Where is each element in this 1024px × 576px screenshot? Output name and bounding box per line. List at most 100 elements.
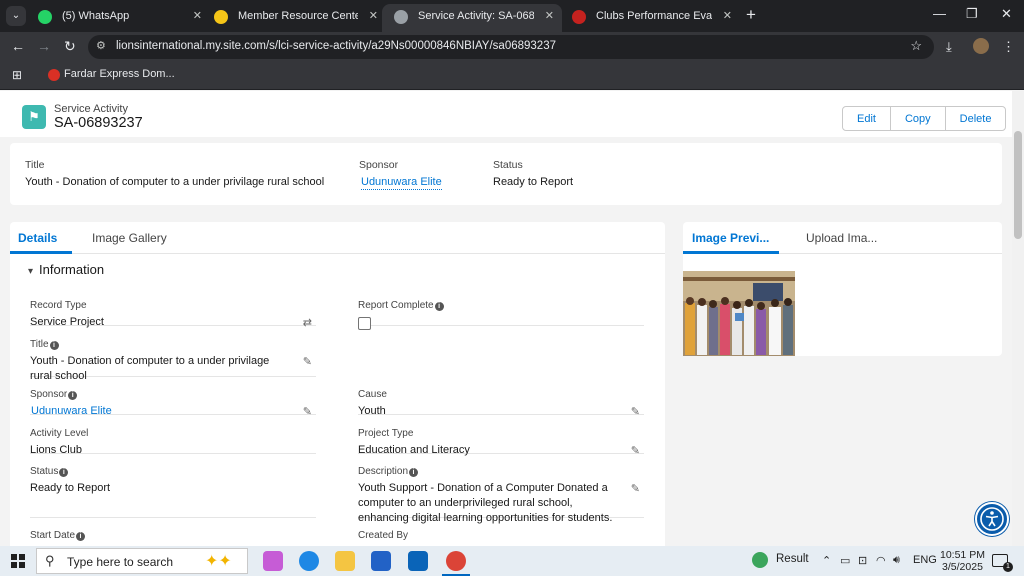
edit-button[interactable]: Edit <box>843 107 891 130</box>
browser-tab-service-activity[interactable]: Service Activity: SA-06893237 ✕ <box>382 4 562 32</box>
field-value: Lions Club <box>30 444 82 456</box>
reload-icon[interactable]: ↻ <box>64 38 76 55</box>
sponsor-link[interactable]: Udunuwara Elite <box>361 176 442 190</box>
bookmark-star-icon[interactable]: ☆ <box>910 38 922 54</box>
tab-details[interactable]: Details <box>18 231 57 245</box>
language-indicator[interactable]: ENG <box>913 554 937 566</box>
menu-dots-icon[interactable]: ⋮ <box>1002 39 1015 55</box>
page-scrollbar[interactable] <box>1012 91 1024 546</box>
profile-avatar[interactable] <box>973 38 989 54</box>
info-icon[interactable]: i <box>409 468 419 477</box>
tab-image-gallery[interactable]: Image Gallery <box>92 231 167 245</box>
minimize-icon[interactable]: — <box>933 6 946 21</box>
tab-title: Clubs Performance Evaluation S <box>596 10 712 22</box>
tab-upload-image[interactable]: Upload Ima... <box>806 231 877 245</box>
edit-pencil-icon[interactable]: ✎ <box>303 355 312 368</box>
tab-search-button[interactable]: ⌄ <box>6 6 26 26</box>
close-tab-icon[interactable]: ✕ <box>193 4 202 28</box>
download-icon[interactable]: ⤓ <box>946 39 952 55</box>
highlight-label: Title <box>25 159 45 171</box>
windows-start-icon[interactable] <box>11 554 25 568</box>
site-info-icon[interactable]: ⚙ <box>96 39 106 52</box>
info-icon[interactable]: i <box>59 468 69 477</box>
edit-pencil-icon[interactable]: ✎ <box>303 405 312 418</box>
file-explorer-icon[interactable] <box>335 551 355 571</box>
info-icon[interactable]: i <box>68 391 78 400</box>
section-information[interactable]: ▾ Information <box>28 262 104 277</box>
active-tab-indicator <box>10 251 72 254</box>
edit-pencil-icon[interactable]: ✎ <box>631 444 640 457</box>
field-label: Title i <box>30 339 316 350</box>
sponsor-link[interactable]: Udunuwara Elite <box>31 404 286 419</box>
accessibility-button[interactable] <box>975 502 1009 536</box>
chevron-down-icon: ▾ <box>28 266 34 277</box>
info-icon[interactable]: i <box>76 532 86 541</box>
field-value: Youth - Donation of computer to a under … <box>30 355 270 382</box>
field-label: Activity Level <box>30 428 89 439</box>
info-icon[interactable]: i <box>49 341 59 350</box>
forward-arrow-icon[interactable]: → <box>37 38 51 54</box>
chevron-up-icon[interactable]: ⌃ <box>822 554 831 567</box>
browser-tab-whatsapp[interactable]: (5) WhatsApp ✕ <box>26 4 210 32</box>
field-label: Report Complete i <box>358 300 644 311</box>
lions-logo-icon <box>214 10 228 24</box>
details-card: Details Image Gallery ▾ Information Recor… <box>10 222 665 546</box>
info-icon[interactable]: i <box>434 302 444 311</box>
field-title: Title i Youth - Donation of computer to a… <box>30 339 316 382</box>
store-app-icon[interactable] <box>371 551 391 571</box>
close-window-icon[interactable]: ✕ <box>1001 6 1012 22</box>
wifi-icon[interactable]: ◠ <box>876 554 886 567</box>
restore-icon[interactable]: ❐ <box>966 6 978 22</box>
field-label: Cause <box>358 389 387 400</box>
highlight-sponsor: Sponsor Udunuwara Elite <box>359 159 442 190</box>
change-record-type-icon[interactable]: ⇄ <box>303 316 312 329</box>
edit-pencil-icon[interactable]: ✎ <box>631 405 640 418</box>
bookmark-label: Fardar Express Dom... <box>64 68 175 80</box>
battery-icon[interactable]: ▭ <box>840 554 850 567</box>
close-tab-icon[interactable]: ✕ <box>723 4 732 28</box>
chrome-app-icon[interactable] <box>442 551 470 576</box>
clock-date: 3/5/2025 <box>942 561 983 573</box>
browser-tab-member-resource-center[interactable]: Member Resource Center | Lions ✕ <box>202 4 386 32</box>
bookmark-item[interactable]: Fardar Express Dom... <box>48 68 175 81</box>
copy-button[interactable]: Copy <box>890 107 946 130</box>
field-label: Start Date i <box>30 530 316 541</box>
highlight-status: Status Ready to Report <box>493 159 573 188</box>
new-tab-button[interactable]: + <box>746 6 756 24</box>
close-tab-icon[interactable]: ✕ <box>369 4 378 28</box>
edit-pencil-icon[interactable]: ✎ <box>631 482 640 495</box>
field-label-text: Title <box>30 339 49 350</box>
address-bar[interactable]: ⚙ lionsinternational.my.site.com/s/lci-s… <box>88 35 934 59</box>
scrollbar-thumb[interactable] <box>1014 131 1022 239</box>
report-complete-checkbox[interactable] <box>358 317 371 330</box>
outlook-app-icon[interactable] <box>408 551 428 571</box>
close-tab-icon[interactable]: ✕ <box>545 4 554 28</box>
active-tab-indicator <box>683 251 779 254</box>
field-label: Description i <box>358 466 644 477</box>
notification-center-icon[interactable]: 1 <box>992 554 1013 572</box>
record-name: SA-06893237 <box>54 115 143 131</box>
field-report-complete: Report Complete i <box>358 300 644 330</box>
highlight-value: Youth - Donation of computer to a under … <box>25 176 325 188</box>
highlight-label: Status <box>493 159 523 171</box>
browser-tab-clubs-performance[interactable]: Clubs Performance Evaluation S ✕ <box>560 4 740 32</box>
tab-image-preview[interactable]: Image Previ... <box>692 231 769 245</box>
apps-grid-icon[interactable]: ⊞ <box>12 68 22 82</box>
copilot-sparkle-icon: ✦✦ <box>205 553 232 570</box>
service-activity-photo[interactable] <box>683 271 795 356</box>
copilot-app-icon[interactable] <box>263 551 283 571</box>
taskbar-clock[interactable]: 10:51 PM 3/5/2025 <box>940 549 985 573</box>
volume-icon[interactable]: 🔊︎ <box>893 554 900 567</box>
delete-button[interactable]: Delete <box>945 107 1006 130</box>
field-cause: Cause Youth ✎ <box>358 389 644 418</box>
field-label-text: Description <box>358 466 409 477</box>
back-arrow-icon[interactable]: ← <box>11 38 25 54</box>
detail-tabs: Details Image Gallery <box>10 222 665 254</box>
edge-app-icon[interactable] <box>299 551 319 571</box>
field-sponsor: Sponsor i Udunuwara Elite ✎ <box>30 389 316 418</box>
weather-widget[interactable]: Result <box>752 552 809 568</box>
field-project-type: Project Type Education and Literacy ✎ <box>358 428 644 457</box>
taskbar-search-box[interactable]: ⚲ Type here to search ✦✦ <box>36 548 248 574</box>
tab-title: Member Resource Center | Lions <box>238 10 358 22</box>
meet-now-icon[interactable]: ⊡ <box>858 554 867 567</box>
